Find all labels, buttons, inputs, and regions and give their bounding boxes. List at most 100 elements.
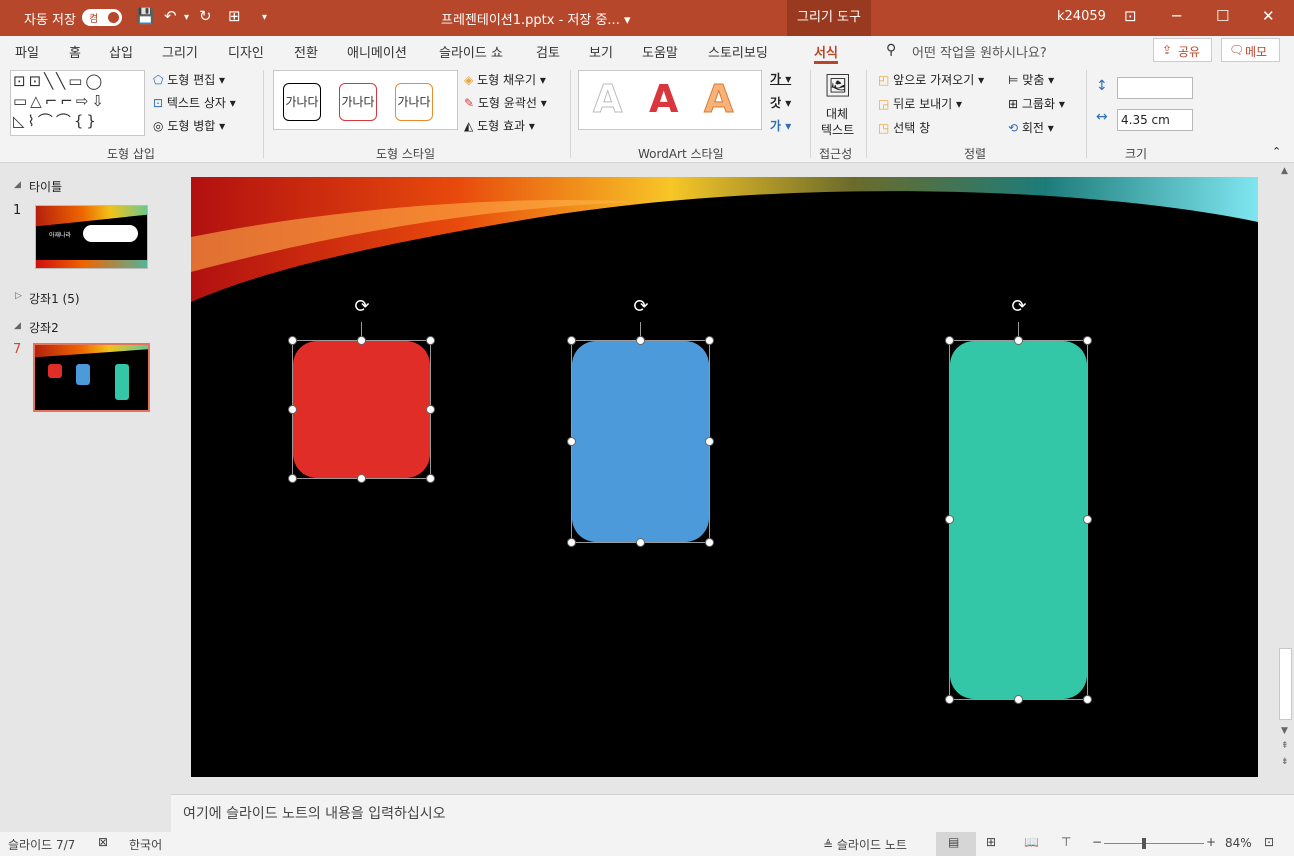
alt-text-icon[interactable]: 🖼 [824, 74, 852, 99]
resize-handle[interactable] [567, 437, 576, 446]
resize-handle[interactable] [705, 538, 714, 547]
notes-toggle-button[interactable]: ≜ 슬라이드 노트 [823, 836, 907, 853]
close-icon[interactable]: ✕ [1262, 7, 1275, 25]
ribbon-display-icon[interactable]: ⊡ [1124, 7, 1137, 25]
resize-handle[interactable] [705, 336, 714, 345]
tab-draw[interactable]: 그리기 [162, 42, 198, 61]
shape-effects-button[interactable]: ◭ 도형 효과 ▾ [464, 117, 535, 134]
resize-handle[interactable] [636, 336, 645, 345]
zoom-out-icon[interactable]: − [1092, 835, 1102, 849]
rotate-handle-icon[interactable]: ⟳ [351, 296, 373, 318]
resize-handle[interactable] [357, 336, 366, 345]
resize-handle[interactable] [1083, 336, 1092, 345]
style-preview-red[interactable]: 가나다 [339, 83, 377, 121]
reading-view-icon[interactable]: 📖 [1024, 835, 1039, 849]
tab-file[interactable]: 파일 [15, 42, 39, 61]
resize-handle[interactable] [1083, 695, 1092, 704]
scroll-up-icon[interactable]: ▲ [1281, 166, 1288, 176]
group-button[interactable]: ⊞ 그룹화 ▾ [1008, 95, 1065, 112]
wordart-style-white[interactable]: A [592, 77, 622, 122]
slideshow-view-icon[interactable]: ⊤ [1061, 835, 1071, 849]
section-expand-icon[interactable]: ▷ [15, 291, 22, 301]
undo-dropdown-icon[interactable]: ▾ [184, 12, 189, 23]
edit-shape-button[interactable]: ⬠ 도형 편집 ▾ [153, 71, 225, 88]
alt-text-label-1[interactable]: 대체 [826, 105, 848, 122]
user-name[interactable]: k24059 [1057, 9, 1106, 24]
rotate-button[interactable]: ⟲ 회전 ▾ [1008, 119, 1054, 136]
undo-icon[interactable]: ↶ [164, 7, 177, 25]
tab-animations[interactable]: 애니메이션 [347, 42, 407, 61]
tab-help[interactable]: 도움말 [642, 42, 678, 61]
minimize-icon[interactable]: ─ [1172, 7, 1181, 25]
merge-shapes-button[interactable]: ◎ 도형 병합 ▾ [153, 117, 225, 134]
tab-slideshow[interactable]: 슬라이드 쇼 [439, 42, 503, 61]
section-title[interactable]: 강좌2 [29, 319, 59, 336]
bring-forward-button[interactable]: ◰ 앞으로 가져오기 ▾ [878, 71, 984, 88]
zoom-slider-thumb[interactable] [1142, 838, 1146, 849]
tab-storyboarding[interactable]: 스토리보딩 [708, 42, 768, 61]
tab-insert[interactable]: 삽입 [109, 42, 133, 61]
scroll-down-icon[interactable]: ▼ [1281, 726, 1288, 736]
rotate-handle-icon[interactable]: ⟳ [1008, 296, 1030, 318]
resize-handle[interactable] [288, 336, 297, 345]
shape-fill-button[interactable]: ◈ 도형 채우기 ▾ [464, 71, 546, 88]
next-slide-icon[interactable]: ⇟ [1281, 757, 1289, 767]
slide[interactable]: ⟳ ⟳ ⟳ [191, 177, 1258, 777]
zoom-in-icon[interactable]: + [1206, 835, 1216, 849]
slide-sorter-icon[interactable]: ⊞ [986, 835, 996, 849]
wordart-style-orange[interactable]: A [703, 77, 733, 122]
zoom-level[interactable]: 84% [1225, 836, 1252, 850]
tab-format[interactable]: 서식 [814, 42, 838, 64]
resize-handle[interactable] [1014, 695, 1023, 704]
tab-home[interactable]: 홈 [69, 42, 81, 61]
resize-handle[interactable] [567, 336, 576, 345]
tab-review[interactable]: 검토 [536, 42, 560, 61]
section-title[interactable]: 타이틀 [29, 178, 62, 195]
comments-button[interactable]: 🗨 메모 [1221, 38, 1280, 62]
maximize-icon[interactable]: ☐ [1216, 7, 1229, 25]
section-collapse-icon[interactable]: ◢ [14, 180, 21, 190]
height-input[interactable] [1117, 77, 1193, 99]
text-fill-icon[interactable]: 가 ▾ [770, 70, 791, 87]
resize-handle[interactable] [426, 474, 435, 483]
style-preview-orange[interactable]: 가나다 [395, 83, 433, 121]
collapse-ribbon-icon[interactable]: ⌃ [1272, 145, 1281, 158]
shape-gallery[interactable]: ⊡⊡╲╲▭◯ ▭△⌐⌐⇨⇩ ◺⌇⌒⌒{} [10, 70, 145, 136]
tab-design[interactable]: 디자인 [228, 42, 264, 61]
previous-slide-icon[interactable]: ⇞ [1281, 741, 1289, 751]
slide-thumbnail-1[interactable]: 아재나라 [35, 205, 148, 269]
vertical-scrollbar[interactable]: ▲ ▼ ⇞ ⇟ [1278, 164, 1294, 794]
resize-handle[interactable] [426, 336, 435, 345]
zoom-slider[interactable] [1104, 843, 1204, 844]
rotate-handle-icon[interactable]: ⟳ [630, 296, 652, 318]
slide-thumbnail-7[interactable] [33, 343, 150, 412]
redo-icon[interactable]: ↻ [199, 7, 212, 25]
resize-handle[interactable] [945, 695, 954, 704]
scroll-thumb[interactable] [1279, 648, 1292, 720]
send-backward-button[interactable]: ◲ 뒤로 보내기 ▾ [878, 95, 962, 112]
share-button[interactable]: ⇪ 공유 [1153, 38, 1212, 62]
resize-handle[interactable] [1083, 515, 1092, 524]
shape-style-gallery[interactable]: 가나다 가나다 가나다 [273, 70, 458, 130]
save-icon[interactable]: 💾 [136, 7, 155, 25]
text-outline-icon[interactable]: 갓 ▾ [770, 94, 791, 111]
resize-handle[interactable] [705, 437, 714, 446]
resize-handle[interactable] [1014, 336, 1023, 345]
tab-transitions[interactable]: 전환 [294, 42, 318, 61]
wordart-gallery[interactable]: A A A [578, 70, 762, 130]
section-collapse-icon[interactable]: ◢ [14, 321, 21, 331]
text-effects-icon[interactable]: 가 ▾ [770, 117, 791, 134]
notes-pane[interactable]: 여기에 슬라이드 노트의 내용을 입력하십시오 [171, 794, 1294, 832]
tell-me-search[interactable]: 어떤 작업을 원하시나요? [912, 42, 1047, 61]
normal-view-button[interactable]: ▤ [936, 832, 976, 856]
autosave-toggle[interactable]: 켬 [82, 9, 122, 26]
resize-handle[interactable] [288, 474, 297, 483]
selection-pane-button[interactable]: ◳ 선택 창 [878, 119, 930, 136]
resize-handle[interactable] [636, 538, 645, 547]
fit-to-window-icon[interactable]: ⊡ [1264, 835, 1274, 849]
style-preview-black[interactable]: 가나다 [283, 83, 321, 121]
width-input[interactable]: 4.35 cm [1117, 109, 1193, 131]
wordart-style-red[interactable]: A [649, 77, 678, 121]
align-button[interactable]: ⊨ 맞춤 ▾ [1008, 71, 1054, 88]
resize-handle[interactable] [945, 336, 954, 345]
